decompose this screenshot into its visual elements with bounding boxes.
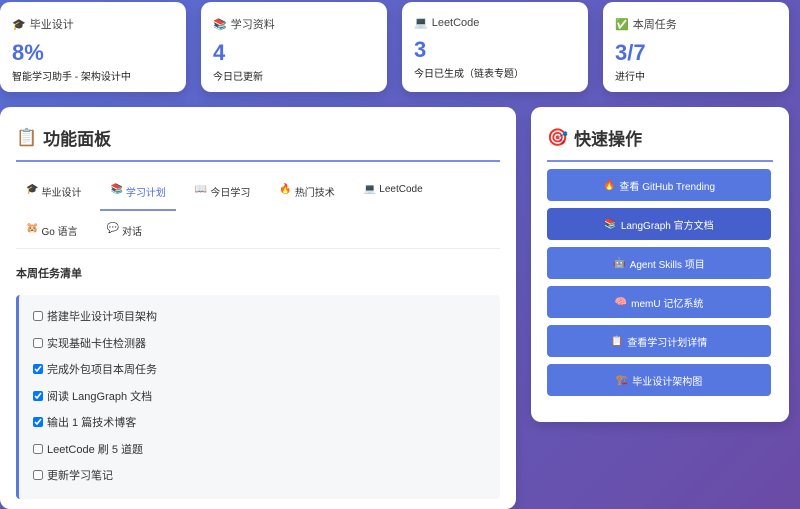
stat-value: 8% [12,40,44,65]
speech-bubble-icon: 💬 [106,223,120,234]
stat-label: LeetCode [431,16,480,29]
tab-label: 今日学习 [210,188,251,199]
button-label: 查看 GitHub Trending [619,181,716,193]
task-list: 搭建毕业设计项目架构 实现基础卡住检测器 完成外包项目本周任务 阅读 LangGrap… [16,295,500,499]
langgraph-docs-button[interactable]: 📚 LangGraph 官方文档 [547,208,771,240]
function-panel: 📋 功能面板 🎓 毕业设计 📚 学习计划 📖 今日学习 🔥 热门技术 💻 LeetCode … [0,107,516,509]
laptop-icon: 💻 [414,17,428,29]
tab-go[interactable]: 🐹 Go 语言 [16,211,88,248]
task-item[interactable]: 搭建毕业设计项目架构 [33,303,486,330]
quick-buttons: 🔥 查看 GitHub Trending 📚 LangGraph 官方文档 🤖 Agent… [547,169,773,396]
books-icon: 📚 [213,18,227,31]
check-icon: ✅ [615,18,629,31]
task-checkbox[interactable] [33,311,43,322]
stat-card-graduation: 🎓 毕业设计 8% 智能学习助手 - 架构设计中 [0,2,186,92]
task-checkbox[interactable] [33,470,43,481]
tab-leetcode[interactable]: 💻 LeetCode [354,172,433,211]
construction-icon: 🏗️ [615,374,629,386]
tab-bar: 🎓 毕业设计 📚 学习计划 📖 今日学习 🔥 热门技术 💻 LeetCode 🐹 Go 语言… [16,172,500,249]
task-label: 搭建毕业设计项目架构 [47,311,157,324]
stat-value: 4 [213,40,226,65]
laptop-icon: 💻 [363,184,377,195]
task-checkbox[interactable] [33,417,43,428]
robot-icon: 🤖 [613,257,626,269]
stat-card-leetcode: 💻 LeetCode 3 今日已生成（链表专题） [402,2,588,92]
books-icon: 📚 [604,218,617,230]
stat-sub: 今日已生成（链表专题） [414,69,524,80]
stat-sub: 今日已更新 [213,72,263,83]
task-label: 阅读 LangGraph 文档 [47,390,153,403]
brain-icon: 🧠 [614,296,628,308]
tab-today[interactable]: 📖 今日学习 [185,172,260,211]
fire-icon: 🔥 [279,184,292,195]
github-trending-button[interactable]: 🔥 查看 GitHub Trending [547,169,771,201]
button-label: LangGraph 官方文档 [620,220,714,232]
task-label: LeetCode 刷 5 道题 [47,443,143,456]
task-checkbox[interactable] [33,443,43,454]
task-label: 完成外包项目本周任务 [47,364,157,377]
task-checkbox[interactable] [33,364,43,375]
task-label: 实现基础卡住检测器 [47,337,146,350]
quick-title: 快速操作 [574,130,643,149]
clipboard-icon: 📋 [16,127,38,147]
clipboard-icon: 📋 [610,335,624,347]
button-label: 毕业设计架构图 [632,376,703,388]
tab-label: 热门技术 [294,188,335,199]
task-label: 更新学习笔记 [47,470,113,483]
stat-value: 3 [414,37,427,62]
stat-label: 本周任务 [632,19,677,31]
study-plan-details-button[interactable]: 📋 查看学习计划详情 [547,325,771,357]
tab-label: LeetCode [379,184,423,195]
tab-label: 学习计划 [125,188,166,199]
tab-graduation[interactable]: 🎓 毕业设计 [16,172,91,211]
hamster-icon: 🐹 [26,223,39,234]
task-label: 输出 1 篇技术博客 [47,417,137,430]
section-title: 本周任务清单 [16,268,82,280]
tab-label: 对话 [122,227,143,238]
stat-card-weekly-tasks: ✅ 本周任务 3/7 进行中 [603,2,789,92]
task-checkbox[interactable] [33,390,43,401]
quick-actions-panel: 🎯 快速操作 🔥 查看 GitHub Trending 📚 LangGraph 官方文档… [531,107,789,422]
stat-sub: 进行中 [615,72,645,83]
task-checkbox[interactable] [33,337,43,348]
fire-icon: 🔥 [602,179,616,191]
task-item[interactable]: 阅读 LangGraph 文档 [33,383,486,410]
button-label: memU 记忆系统 [631,298,704,310]
task-item[interactable]: LeetCode 刷 5 道题 [33,436,486,463]
task-item[interactable]: 实现基础卡住检测器 [33,330,486,357]
stat-value: 3/7 [615,40,646,65]
books-icon: 📚 [110,184,123,195]
tab-hot-tech[interactable]: 🔥 热门技术 [269,172,344,211]
graduation-cap-icon: 🎓 [26,184,39,195]
memu-button[interactable]: 🧠 memU 记忆系统 [547,286,771,318]
target-icon: 🎯 [547,127,569,147]
stat-label: 学习资料 [230,19,275,31]
architecture-diagram-button[interactable]: 🏗️ 毕业设计架构图 [547,364,771,396]
stat-sub: 智能学习助手 - 架构设计中 [12,72,131,83]
task-item[interactable]: 更新学习笔记 [33,462,486,489]
graduation-cap-icon: 🎓 [12,18,26,31]
agent-skills-button[interactable]: 🤖 Agent Skills 项目 [547,247,771,279]
task-item[interactable]: 完成外包项目本周任务 [33,356,486,383]
button-label: 查看学习计划详情 [627,337,708,349]
stat-card-materials: 📚 学习资料 4 今日已更新 [201,2,387,92]
panel-title: 功能面板 [43,130,112,149]
tab-label: Go 语言 [41,227,78,238]
book-icon: 📖 [194,184,208,195]
button-label: Agent Skills 项目 [629,259,705,271]
stat-label: 毕业设计 [29,19,74,31]
tab-label: 毕业设计 [41,188,82,199]
tab-chat[interactable]: 💬 对话 [97,211,152,248]
tab-study-plan[interactable]: 📚 学习计划 [100,172,176,211]
task-item[interactable]: 输出 1 篇技术博客 [33,409,486,436]
